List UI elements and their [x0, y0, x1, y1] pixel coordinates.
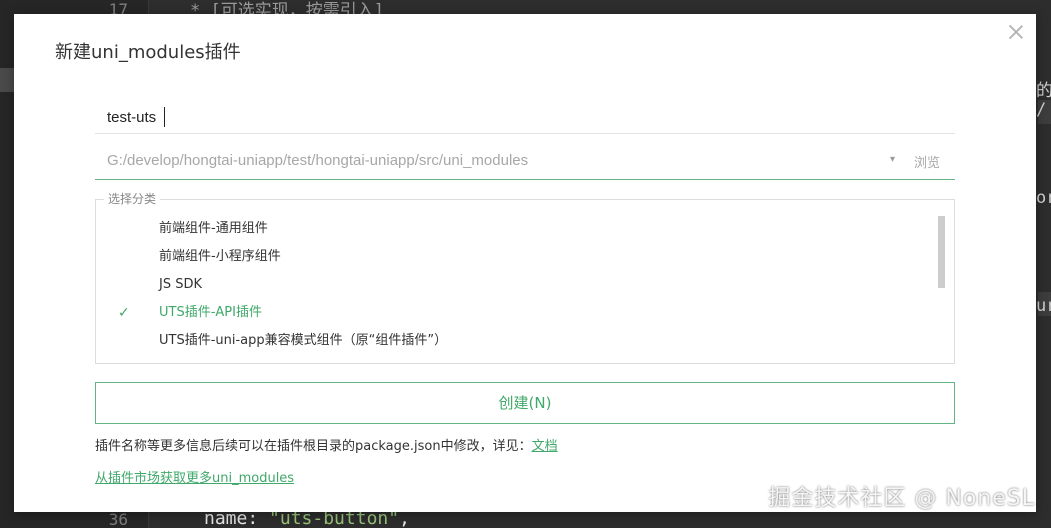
close-icon[interactable]: [1006, 22, 1026, 42]
category-label: UTS插件-uni-app兼容模式组件（原“组件插件”）: [159, 333, 448, 348]
code-fragment: or: [1036, 188, 1051, 208]
category-item[interactable]: UTS插件-uni-app兼容模式组件（原“组件插件”）: [96, 327, 936, 355]
browse-button[interactable]: 浏览: [914, 152, 940, 171]
current-line-marker: [0, 68, 14, 92]
docs-link[interactable]: 文档: [532, 439, 558, 454]
plugin-name-input[interactable]: [95, 102, 955, 134]
category-item[interactable]: 前端组件-小程序组件: [96, 243, 936, 271]
category-scrollbar[interactable]: [938, 216, 945, 288]
hint-text: 插件名称等更多信息后续可以在插件根目录的package.json中修改，详见：文…: [95, 435, 558, 454]
chevron-down-icon[interactable]: ▾: [890, 154, 895, 165]
category-item[interactable]: JS SDK: [96, 271, 936, 299]
code-fragment: /: [1036, 100, 1047, 120]
category-item-selected[interactable]: ✓ UTS插件-API插件: [96, 299, 936, 327]
line-number: 36: [108, 510, 128, 528]
category-label: UTS插件-API插件: [159, 305, 262, 320]
category-list: 选择分类 前端组件-通用组件 前端组件-小程序组件 JS SDK ✓ UTS插件…: [95, 190, 955, 364]
hint-message: 插件名称等更多信息后续可以在插件根目录的package.json中修改，详见：: [95, 439, 532, 454]
text-caret: [164, 107, 165, 127]
new-uni-modules-plugin-dialog: 新建uni_modules插件 G:/develop/hongtai-uniap…: [14, 14, 1036, 512]
code-fragment: 的: [1036, 81, 1051, 101]
plugin-path-field[interactable]: G:/develop/hongtai-uniapp/test/hongtai-u…: [95, 146, 955, 180]
code-fragment: ur: [1036, 296, 1051, 316]
watermark: 掘金技术社区 @ NoneSL: [768, 486, 1035, 511]
plugin-path-text: G:/develop/hongtai-uniapp/test/hongtai-u…: [107, 152, 529, 169]
category-item[interactable]: 前端组件-通用组件: [96, 215, 936, 243]
category-legend: 选择分类: [104, 190, 161, 207]
check-icon: ✓: [118, 305, 130, 321]
create-button[interactable]: 创建(N): [95, 382, 955, 424]
category-label: 前端组件-小程序组件: [159, 249, 281, 264]
plugin-market-link[interactable]: 从插件市场获取更多uni_modules: [95, 467, 294, 486]
dialog-title: 新建uni_modules插件: [55, 42, 241, 63]
category-label: JS SDK: [159, 277, 203, 292]
category-label: 前端组件-通用组件: [159, 221, 268, 236]
